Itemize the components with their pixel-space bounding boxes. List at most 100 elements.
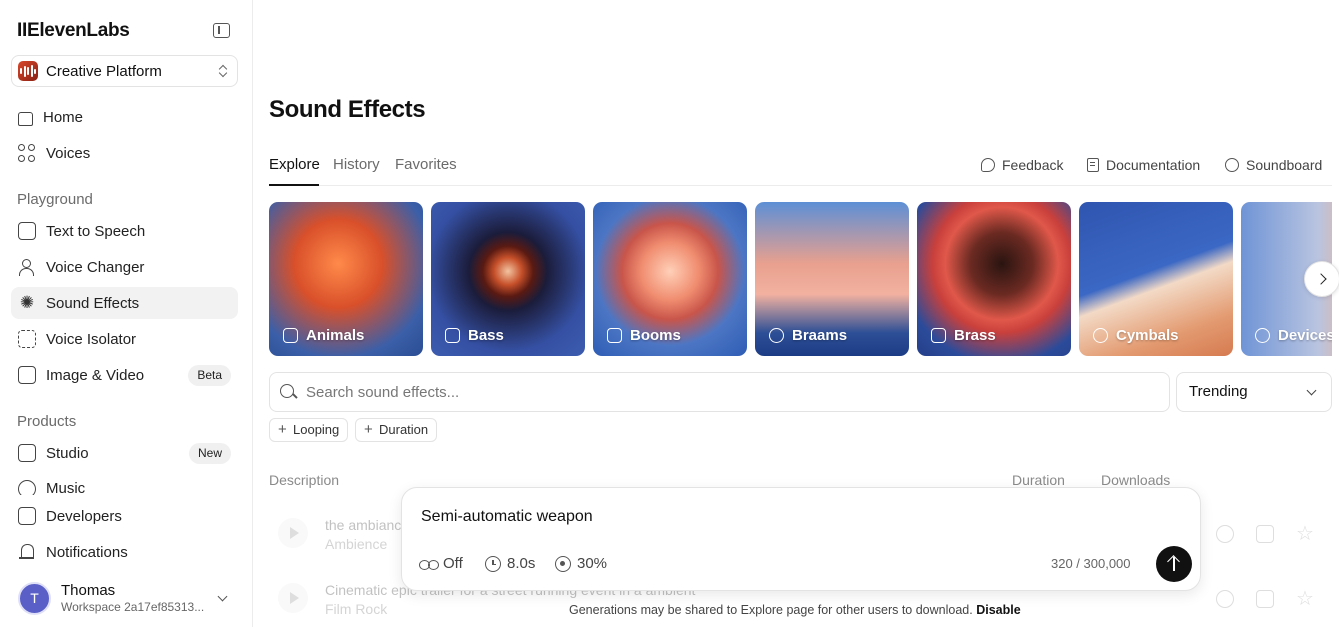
documentation-link[interactable]: Documentation	[1087, 157, 1200, 173]
feedback-label: Feedback	[1002, 157, 1064, 173]
category-card-animals[interactable]: Animals	[269, 202, 423, 356]
text-to-speech-icon	[18, 222, 36, 240]
sidebar-item-voices[interactable]: Voices	[11, 137, 238, 169]
sidebar-item-label: Studio	[46, 444, 89, 462]
new-badge: New	[188, 443, 231, 464]
category-label: Braams	[792, 327, 848, 344]
sidebar-item-voice-changer[interactable]: Voice Changer	[11, 251, 238, 283]
filter-looping-button[interactable]: Looping	[269, 418, 349, 442]
sidebar-item-label: Home	[43, 108, 84, 126]
gear-icon	[1255, 328, 1270, 343]
sidebar-item-text-to-speech[interactable]: Text to Speech	[11, 215, 238, 247]
generate-button[interactable]	[1156, 546, 1192, 582]
row-tags: Film Rock	[325, 601, 388, 617]
category-card-label: Cymbals	[1093, 327, 1179, 344]
soundboard-label: Soundboard	[1246, 157, 1323, 173]
user-menu[interactable]: T Thomas Workspace 2a17ef85313...	[11, 578, 238, 618]
cymbal-icon	[1093, 328, 1108, 343]
category-card-cymbals[interactable]: Cymbals	[1079, 202, 1233, 356]
filter-duration-button[interactable]: Duration	[355, 418, 438, 442]
soundboard-icon	[1225, 158, 1239, 172]
tab-bar: Explore History Favorites Feedback Docum…	[269, 148, 1332, 186]
share-icon[interactable]	[1216, 590, 1234, 608]
column-header-duration[interactable]: Duration	[1012, 472, 1065, 488]
infinity-icon	[419, 556, 439, 572]
bell-icon	[18, 543, 36, 561]
target-icon	[555, 555, 571, 572]
chevron-up-down-icon	[219, 64, 227, 78]
disable-sharing-link[interactable]: Disable	[976, 603, 1020, 617]
active-tab-indicator	[269, 184, 319, 186]
speaker-icon	[445, 328, 460, 343]
row-tags: Ambience	[325, 536, 388, 552]
star-icon[interactable]: ☆	[1296, 524, 1314, 544]
sound-effect-composer: Semi-automatic weapon Off 8.0s 30% 320 /…	[401, 487, 1201, 591]
category-card-booms[interactable]: Booms	[593, 202, 747, 356]
sidebar-item-label: Notifications	[46, 543, 128, 561]
category-label: Brass	[954, 327, 996, 344]
user-name: Thomas	[61, 582, 116, 599]
category-card-label: Animals	[283, 327, 364, 344]
sidebar-item-developers[interactable]: Developers	[11, 500, 238, 532]
prompt-influence-setting[interactable]: 30%	[555, 555, 607, 572]
download-icon[interactable]	[1256, 590, 1274, 608]
sidebar-item-home[interactable]: Home	[11, 101, 238, 133]
category-card-brass[interactable]: Brass	[917, 202, 1071, 356]
sidebar: IIElevenLabs Creative Platform Home Voic…	[0, 0, 253, 627]
category-card-braams[interactable]: Braams	[755, 202, 909, 356]
sidebar-item-image-video[interactable]: Image & Video Beta	[11, 359, 238, 391]
sidebar-item-studio[interactable]: Studio New	[11, 437, 238, 469]
sidebar-item-voice-isolator[interactable]: Voice Isolator	[11, 323, 238, 355]
category-carousel: Animals Bass Booms Braams Brass Cymbals …	[269, 202, 1332, 356]
sidebar-item-label: Voices	[46, 144, 91, 162]
sort-selected-value: Trending	[1189, 383, 1248, 400]
brand-logo[interactable]: IIElevenLabs	[17, 20, 130, 42]
share-icon[interactable]	[1216, 525, 1234, 543]
share-notice-text: Generations may be shared to Explore pag…	[569, 603, 973, 617]
search-input[interactable]	[306, 383, 1146, 401]
star-icon[interactable]: ☆	[1296, 589, 1314, 609]
duration-value: 8.0s	[507, 555, 536, 572]
duration-setting[interactable]: 8.0s	[485, 555, 535, 572]
creative-platform-logo-icon	[18, 61, 38, 81]
tab-favorites[interactable]: Favorites	[395, 156, 457, 173]
tab-explore[interactable]: Explore	[269, 156, 320, 173]
loop-toggle[interactable]: Off	[419, 555, 463, 572]
chevron-down-icon	[1306, 385, 1317, 396]
soundboard-link[interactable]: Soundboard	[1225, 157, 1322, 173]
sort-dropdown[interactable]: Trending	[1176, 372, 1332, 412]
feedback-link[interactable]: Feedback	[981, 157, 1063, 173]
collapse-sidebar-icon[interactable]	[213, 23, 230, 38]
document-icon	[1087, 158, 1099, 172]
tab-history[interactable]: History	[333, 156, 380, 173]
page-title: Sound Effects	[269, 96, 426, 123]
category-card-label: Brass	[931, 327, 996, 344]
brass-icon	[931, 328, 946, 343]
alien-icon	[769, 328, 784, 343]
prompt-input[interactable]: Semi-automatic weapon	[421, 508, 593, 526]
sidebar-item-music[interactable]: Music	[11, 473, 238, 495]
search-bar	[269, 372, 1170, 412]
category-card-label: Braams	[769, 327, 847, 344]
avatar: T	[18, 582, 51, 615]
user-workspace: Workspace 2a17ef85313...	[61, 600, 205, 614]
carousel-next-button[interactable]	[1304, 261, 1339, 297]
clock-icon	[485, 555, 501, 572]
animals-icon	[283, 328, 298, 343]
sidebar-item-sound-effects[interactable]: ✺ Sound Effects	[11, 287, 238, 319]
voices-icon	[18, 144, 36, 162]
burst-icon	[607, 328, 622, 343]
category-card-label: Devices	[1255, 327, 1332, 344]
column-header-description[interactable]: Description	[269, 472, 339, 488]
sidebar-item-notifications[interactable]: Notifications	[11, 536, 238, 568]
download-icon[interactable]	[1256, 525, 1274, 543]
category-label: Devices	[1278, 327, 1332, 344]
play-icon[interactable]	[278, 583, 308, 613]
column-header-downloads[interactable]: Downloads	[1101, 472, 1170, 488]
home-icon	[18, 111, 33, 126]
section-label-products: Products	[17, 413, 77, 430]
category-card-bass[interactable]: Bass	[431, 202, 585, 356]
workspace-selector[interactable]: Creative Platform	[11, 55, 238, 87]
play-icon[interactable]	[278, 518, 308, 548]
category-label: Cymbals	[1116, 327, 1179, 344]
